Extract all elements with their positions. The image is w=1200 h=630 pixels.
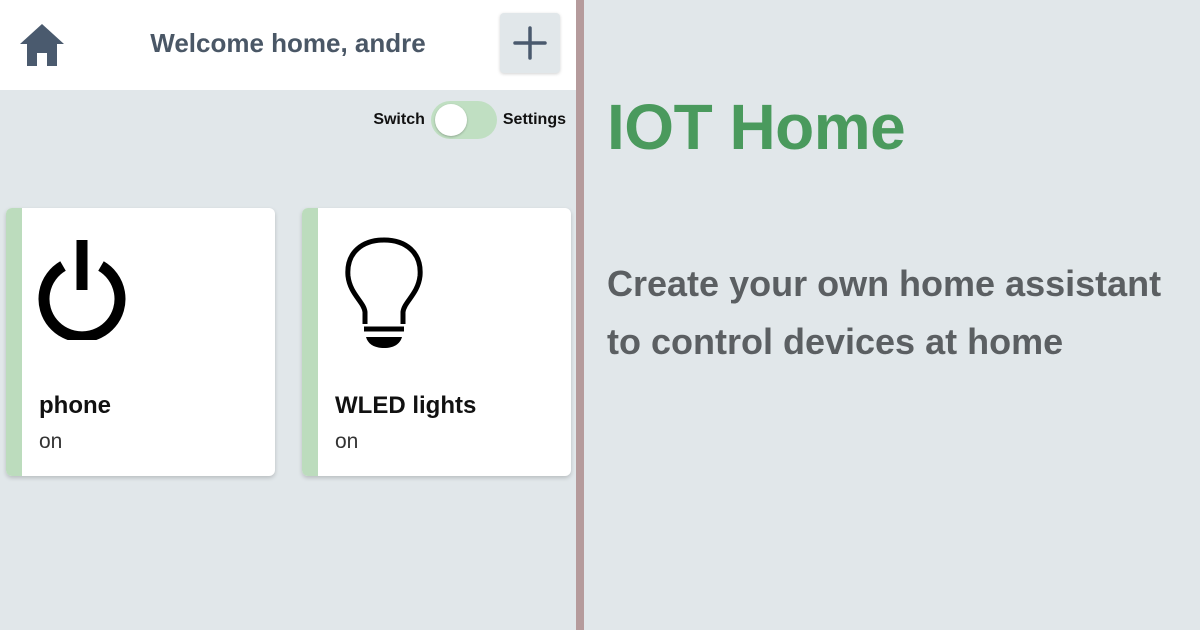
device-card-wled-lights[interactable]: WLED lights on: [302, 208, 571, 476]
home-button[interactable]: [18, 22, 66, 68]
power-icon: [38, 240, 126, 340]
app-pane: Welcome home, andre Switch Settings phon…: [0, 0, 576, 630]
view-toggle: Switch Settings: [373, 100, 566, 140]
device-status: on: [335, 430, 359, 453]
toggle-label-settings: Settings: [502, 111, 566, 128]
pane-divider: [576, 0, 584, 630]
card-accent-bar: [6, 208, 22, 476]
add-device-button[interactable]: [500, 13, 560, 73]
toggle-label-switch: Switch: [373, 111, 425, 128]
home-icon: [20, 24, 64, 66]
promo-tagline-line-1: Create your own home assistant: [607, 263, 1162, 304]
promo-tagline-line-2: to control devices at home: [607, 321, 1064, 362]
promo-title: IOT Home: [607, 91, 906, 163]
toggle-knob[interactable]: [434, 104, 467, 136]
device-name: phone: [39, 392, 111, 419]
plus-icon: [513, 26, 547, 60]
device-status: on: [39, 430, 63, 453]
card-accent-bar: [302, 208, 318, 476]
app-header: Welcome home, andre: [0, 0, 576, 90]
device-card-phone[interactable]: phone on: [6, 208, 275, 476]
page-title: Welcome home, andre: [150, 28, 426, 58]
promo-pane: IOT Home Create your own home assistant …: [584, 0, 1200, 630]
switch-settings-toggle[interactable]: [430, 101, 497, 139]
lightbulb-icon: [345, 237, 423, 348]
device-name: WLED lights: [335, 392, 477, 419]
